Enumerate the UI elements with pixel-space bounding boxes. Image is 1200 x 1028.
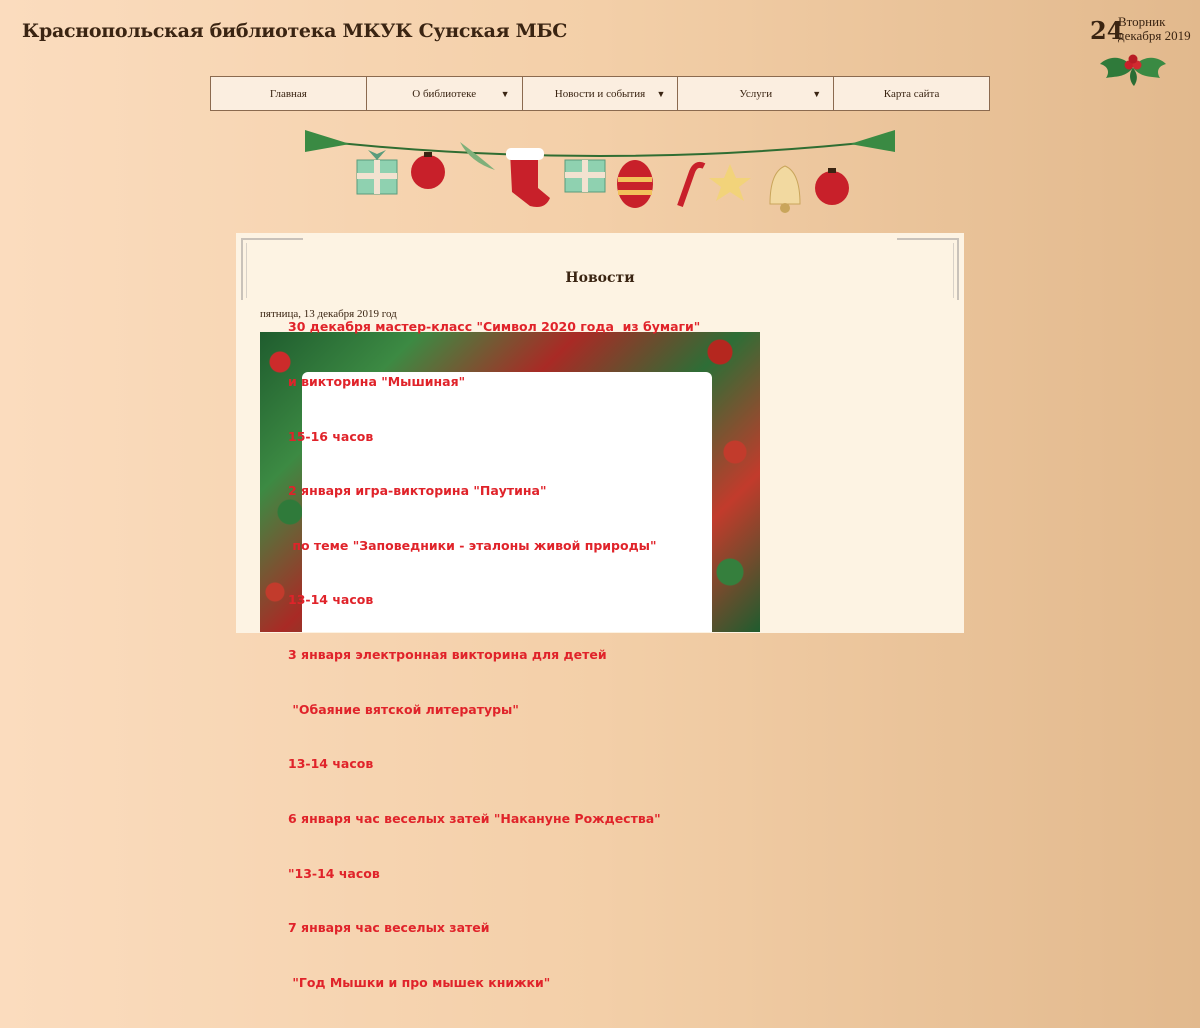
dropdown-arrow-icon: ▼ (812, 89, 822, 99)
poster-line: 30 декабря мастер-класс "Символ 2020 год… (288, 319, 701, 335)
nav-item-label: Услуги (739, 87, 773, 100)
nav-item-label: Новости и события (554, 87, 646, 100)
nav-item-home[interactable]: Главная (210, 76, 367, 111)
dropdown-arrow-icon: ▼ (500, 89, 510, 99)
nav-item-services[interactable]: Услуги ▼ (677, 76, 835, 111)
poster-line: "13-14 часов (288, 865, 380, 881)
poster-line: по теме "Заповедники - эталоны живой при… (288, 537, 657, 553)
nav-item-label: Главная (269, 87, 307, 100)
poster-line: "Год Мышки и про мышек книжки" (288, 974, 551, 990)
poster-line: 13-14 часов (288, 756, 374, 772)
dropdown-arrow-icon: ▼ (656, 89, 666, 99)
main-nav: Главная О библиотеке ▼ Новости и события… (210, 76, 990, 111)
poster-line: 2 января игра-викторина "Паутина" (288, 483, 547, 499)
poster-line: и викторина "Мышиная" (288, 374, 466, 390)
nav-item-about[interactable]: О библиотеке ▼ (365, 76, 523, 111)
poster-line: 15-16 часов (288, 428, 374, 444)
poster-line: 3 января электронная викторина для детей (288, 647, 607, 663)
poster-line: 13-14 часов (288, 592, 374, 608)
site-title[interactable]: Краснопольская библиотека МКУК Сунская М… (22, 20, 567, 42)
date-month-year: декабря 2019 (1118, 28, 1191, 43)
holly-icon (1100, 54, 1166, 86)
date-widget: 24 Вторник декабря 2019 (1090, 14, 1191, 86)
poster-line: 7 января час веселых затей (288, 920, 490, 936)
christmas-garland-icon (305, 130, 895, 213)
nav-item-label: Карта сайта (883, 87, 940, 100)
nav-item-news[interactable]: Новости и события ▼ (521, 76, 679, 111)
nav-item-sitemap[interactable]: Карта сайта (833, 76, 990, 111)
news-panel: Новости пятница, 13 декабря 2019 год 30 … (236, 233, 964, 990)
nav-item-label: О библиотеке (412, 87, 477, 100)
poster-text: 30 декабря мастер-класс "Символ 2020 год… (288, 282, 718, 1028)
poster-line: 6 января час веселых затей "Накануне Рож… (288, 810, 661, 826)
poster-line: "Обаяние вятской литературы" (288, 701, 519, 717)
